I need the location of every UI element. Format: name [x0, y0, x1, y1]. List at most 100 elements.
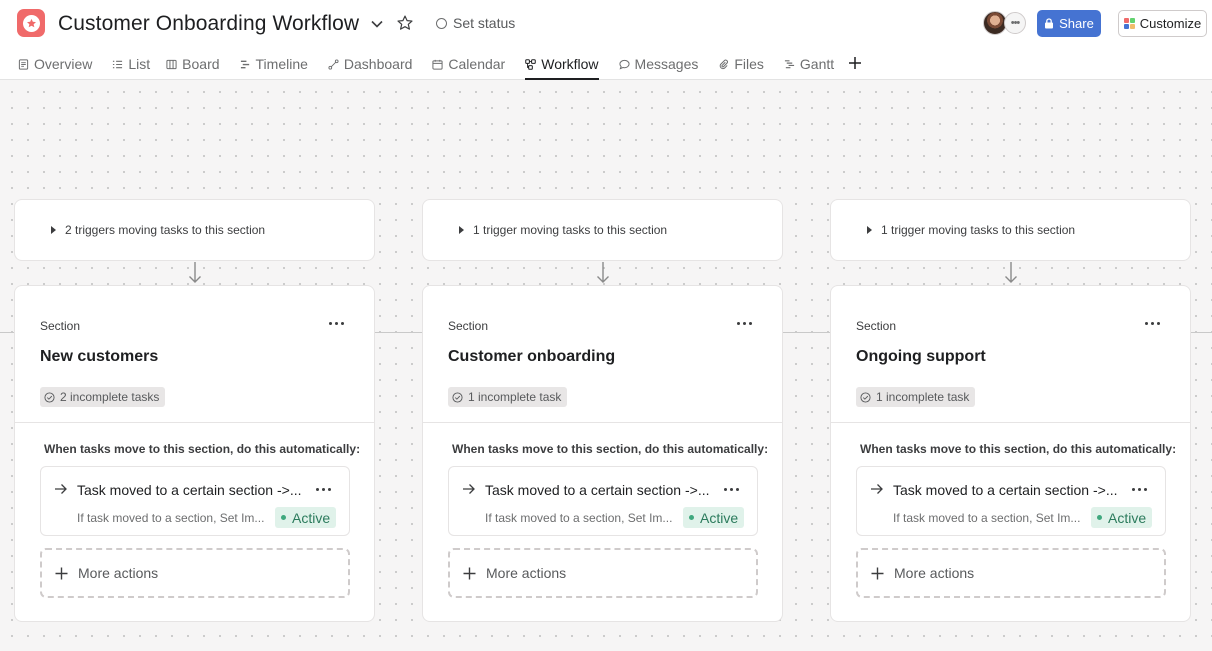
divider	[15, 422, 374, 423]
messages-icon	[618, 59, 630, 70]
active-dot-icon	[689, 515, 694, 520]
set-status-button[interactable]: Set status	[436, 15, 515, 31]
project-header: Customer Onboarding Workflow Set status …	[0, 0, 1212, 80]
rule-title: Task moved to a certain section ->...	[485, 482, 710, 498]
project-title[interactable]: Customer Onboarding Workflow	[58, 12, 359, 36]
lock-icon	[1045, 18, 1054, 29]
arrow-right-icon	[55, 484, 67, 494]
rule-title: Task moved to a certain section ->...	[893, 482, 1118, 498]
tab-board[interactable]: Board	[166, 50, 220, 78]
trigger-toggle[interactable]: 1 trigger moving tasks to this section	[422, 199, 783, 261]
section-kicker: Section	[40, 319, 81, 333]
section-card: Section Ongoing support 1 incomplete tas…	[830, 285, 1191, 622]
automation-label: When tasks move to this section, do this…	[44, 442, 361, 456]
incomplete-tasks-badge[interactable]: 1 incomplete task	[856, 387, 976, 407]
active-dot-icon	[281, 515, 286, 520]
workflow-icon	[525, 58, 537, 70]
section-card: Section Customer onboarding 1 incomplete…	[422, 285, 783, 622]
divider	[831, 422, 1190, 423]
calendar-icon	[432, 59, 443, 70]
section-kicker: Section	[448, 319, 489, 333]
tab-overview[interactable]: Overview	[18, 50, 92, 78]
plus-icon	[871, 567, 884, 579]
check-circle-icon	[44, 391, 55, 403]
status-badge: Active	[275, 507, 337, 528]
automation-label: When tasks move to this section, do this…	[452, 442, 769, 456]
trigger-toggle[interactable]: 2 triggers moving tasks to this section	[14, 199, 375, 261]
trigger-label: 1 trigger moving tasks to this section	[881, 223, 1076, 237]
rule-card[interactable]: Task moved to a certain section ->... If…	[40, 466, 350, 536]
tab-timeline[interactable]: Timeline	[240, 50, 308, 78]
trigger-label: 2 triggers moving tasks to this section	[65, 223, 266, 237]
customize-label: Customize	[1139, 16, 1202, 31]
overview-icon	[18, 58, 29, 70]
trigger-label: 1 trigger moving tasks to this section	[473, 223, 668, 237]
caret-right-icon	[459, 226, 464, 234]
section-kicker: Section	[856, 319, 897, 333]
section-card: Section New customers 2 incomplete tasks…	[14, 285, 375, 622]
arrow-down-icon	[189, 262, 201, 283]
tab-calendar[interactable]: Calendar	[432, 50, 505, 78]
workflow-canvas[interactable]: 2 triggers moving tasks to this section …	[0, 80, 1212, 651]
project-tabs: Overview List Board Timeline Dashboard C…	[18, 50, 862, 80]
tab-files[interactable]: Files	[718, 50, 764, 78]
divider	[423, 422, 782, 423]
rule-description: If task moved to a section, Set Im...	[485, 511, 673, 525]
list-icon	[113, 60, 123, 68]
plus-icon	[55, 567, 68, 579]
status-badge: Active	[1091, 507, 1153, 528]
automation-label: When tasks move to this section, do this…	[860, 442, 1177, 456]
more-actions-button[interactable]: More actions	[40, 548, 350, 598]
plus-icon	[849, 57, 862, 69]
status-circle-icon	[436, 17, 447, 29]
rule-more-icon[interactable]	[312, 480, 334, 498]
favorite-star-icon[interactable]	[396, 14, 414, 32]
timeline-icon	[240, 60, 249, 68]
dashboard-icon	[328, 58, 339, 70]
rule-more-icon[interactable]	[1128, 480, 1150, 498]
tab-messages[interactable]: Messages	[618, 50, 698, 78]
rule-more-icon[interactable]	[720, 480, 742, 498]
tab-dashboard[interactable]: Dashboard	[328, 50, 412, 78]
set-status-label: Set status	[453, 15, 516, 31]
project-icon[interactable]	[17, 9, 45, 37]
incomplete-tasks-badge[interactable]: 1 incomplete task	[448, 387, 568, 407]
section-title[interactable]: Ongoing support	[856, 348, 986, 366]
share-label: Share	[1059, 16, 1094, 31]
rule-card[interactable]: Task moved to a certain section ->... If…	[856, 466, 1166, 536]
arrow-right-icon	[463, 484, 475, 494]
section-title[interactable]: Customer onboarding	[448, 348, 615, 366]
tab-gantt[interactable]: Gantt	[784, 50, 834, 78]
check-circle-icon	[452, 391, 463, 403]
section-more-icon[interactable]	[1141, 314, 1163, 332]
files-icon	[720, 59, 729, 69]
section-more-icon[interactable]	[325, 314, 347, 332]
add-tab-button[interactable]	[848, 50, 862, 74]
check-circle-icon	[860, 391, 871, 403]
share-button[interactable]: Share	[1037, 10, 1101, 37]
rule-title: Task moved to a certain section ->...	[77, 482, 302, 498]
section-title[interactable]: New customers	[40, 348, 158, 366]
arrow-down-icon	[1005, 262, 1017, 283]
tab-workflow[interactable]: Workflow	[525, 50, 599, 80]
section-more-icon[interactable]	[733, 314, 755, 332]
active-dot-icon	[1097, 515, 1102, 520]
trigger-toggle[interactable]: 1 trigger moving tasks to this section	[830, 199, 1191, 261]
rule-description: If task moved to a section, Set Im...	[77, 511, 265, 525]
more-actions-button[interactable]: More actions	[448, 548, 758, 598]
star-badge-icon	[26, 18, 36, 27]
plus-icon	[463, 567, 476, 579]
status-badge: Active	[683, 507, 745, 528]
incomplete-tasks-badge[interactable]: 2 incomplete tasks	[40, 387, 166, 407]
tab-list[interactable]: List	[112, 50, 150, 78]
rule-description: If task moved to a section, Set Im...	[893, 511, 1081, 525]
members-more-icon[interactable]: •••	[1004, 12, 1026, 34]
customize-button[interactable]: Customize	[1118, 10, 1207, 37]
more-actions-button[interactable]: More actions	[856, 548, 1166, 598]
customize-grid-icon	[1123, 18, 1135, 29]
chevron-down-icon[interactable]	[369, 16, 385, 32]
caret-right-icon	[51, 226, 56, 234]
rule-card[interactable]: Task moved to a certain section ->... If…	[448, 466, 758, 536]
arrow-down-icon	[597, 262, 609, 283]
gantt-icon	[784, 59, 795, 68]
